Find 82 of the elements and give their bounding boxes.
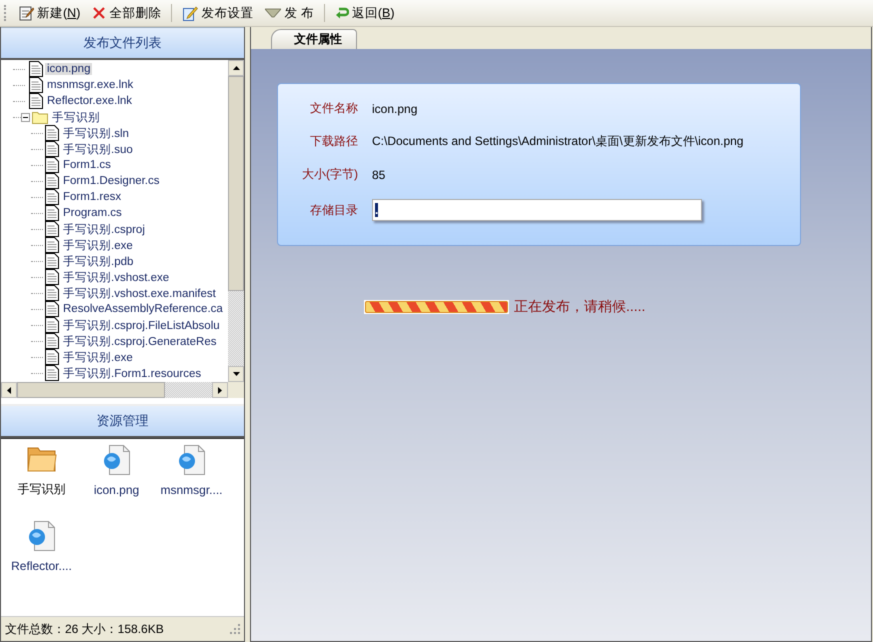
resource-label[interactable]: 手写识别	[18, 481, 66, 498]
resource-label[interactable]: Reflector....	[11, 559, 72, 573]
toolbar-button[interactable]: 新建(N)	[13, 2, 86, 24]
field-label: 下载路径	[309, 133, 358, 150]
scroll-down-icon[interactable]	[232, 372, 240, 376]
document-icon	[45, 141, 59, 157]
toolbar-button[interactable]: 返回(B)	[330, 2, 400, 24]
folder-icon	[32, 110, 48, 124]
field-value: icon.png	[372, 102, 418, 116]
tree-item[interactable]: 手写识别	[50, 110, 102, 124]
scrollbar[interactable]	[228, 60, 244, 382]
field-value: C:\Documents and Settings\Administrator\桌面\更新发布文件\icon.png	[372, 133, 744, 150]
tree-item[interactable]: Form1.resx	[61, 191, 124, 203]
document-icon	[45, 285, 59, 301]
document-icon	[45, 365, 59, 381]
document-icon	[45, 301, 59, 317]
tree-item[interactable]: 手写识别.suo	[61, 142, 135, 156]
tree-item[interactable]: icon.png	[45, 63, 92, 75]
scrollbar-corner	[228, 382, 244, 398]
input-field[interactable]: .	[372, 199, 702, 221]
tree-item[interactable]: Form1.cs	[61, 159, 113, 171]
document-icon	[45, 253, 59, 269]
document-icon	[29, 77, 43, 93]
tree-item[interactable]: 手写识别.vshost.exe.manifest	[61, 286, 218, 300]
tree-item[interactable]: ResolveAssemblyReference.ca	[61, 303, 225, 315]
tree-item[interactable]: 手写识别.exe	[61, 238, 135, 252]
tree-item[interactable]: 手写识别.vshost.exe	[61, 270, 172, 284]
notepad-icon	[18, 5, 34, 21]
web-file-icon	[178, 445, 206, 475]
field-label: 存储目录	[309, 202, 358, 218]
scrollbar-thumb[interactable]	[228, 76, 244, 291]
tree-item[interactable]: 手写识别.csproj	[61, 222, 147, 236]
document-icon	[45, 173, 59, 189]
tree-item[interactable]: 手写识别.csproj.GenerateRes	[61, 334, 218, 348]
tree-item[interactable]: 手写识别.sln	[61, 126, 131, 140]
document-icon	[45, 333, 59, 349]
document-icon	[45, 205, 59, 221]
panel-header: 发布文件列表	[1, 27, 244, 60]
field-label: 文件名称	[309, 100, 358, 117]
tree-item[interactable]: Form1.Designer.cs	[61, 175, 162, 187]
tree-item[interactable]: 手写识别.csproj.FileListAbsolu	[61, 318, 222, 332]
field-label: 大小(字节)	[301, 166, 358, 183]
tree-item[interactable]: 手写识别.pdb	[61, 254, 136, 268]
scroll-right-icon[interactable]	[218, 386, 222, 394]
tree-item[interactable]: Program.cs	[61, 207, 124, 219]
document-icon	[45, 269, 59, 285]
document-icon	[29, 93, 43, 109]
resource-label[interactable]: msnmsgr....	[160, 483, 222, 497]
funnel-icon	[265, 8, 282, 18]
scroll-left-icon[interactable]	[7, 386, 11, 394]
field-value: 85	[372, 168, 386, 182]
document-icon	[45, 221, 59, 237]
scroll-up-icon[interactable]	[232, 66, 240, 70]
resize-grip-icon[interactable]	[230, 624, 240, 634]
panel-header: 资源管理	[1, 404, 244, 438]
toolbar-button[interactable]: 全部删除	[87, 2, 166, 24]
toolbar-button[interactable]: 发布设置	[177, 2, 258, 24]
document-icon	[45, 125, 59, 141]
pencil-page-icon	[182, 5, 198, 21]
web-file-icon	[102, 445, 130, 475]
document-icon	[45, 237, 59, 253]
close-icon	[92, 6, 106, 20]
progress-message: 正在发布，请稍候.....	[514, 298, 646, 316]
tab[interactable]: 文件属性	[271, 29, 357, 49]
tree-item[interactable]: 手写识别.exe	[61, 350, 135, 364]
tree-item[interactable]: 手写识别.Form1.resources	[61, 366, 204, 380]
document-icon	[45, 157, 59, 173]
tree-item[interactable]: msnmsgr.exe.lnk	[45, 79, 136, 91]
toolbar-button[interactable]: 发 布	[260, 2, 319, 24]
document-icon	[45, 317, 59, 333]
scrollbar-thumb[interactable]	[17, 382, 165, 398]
scrollbar[interactable]	[1, 382, 244, 398]
document-icon	[29, 61, 43, 77]
tree-item[interactable]: Reflector.exe.lnk	[45, 95, 134, 107]
return-arrow-icon	[334, 6, 349, 20]
document-icon	[45, 349, 59, 365]
status-text: 文件总数：26 大小：158.6KB	[5, 620, 164, 638]
resource-label[interactable]: icon.png	[94, 483, 140, 497]
collapse-icon[interactable]	[21, 112, 30, 122]
folder-icon	[26, 445, 56, 473]
web-file-icon	[28, 521, 56, 551]
document-icon	[45, 189, 59, 205]
